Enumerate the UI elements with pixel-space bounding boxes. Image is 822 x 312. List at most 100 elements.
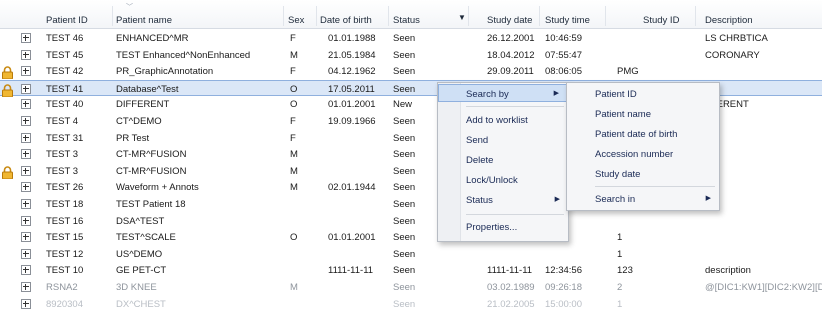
- menu-item-label: Search by: [466, 89, 509, 100]
- expand-plus-icon[interactable]: [21, 165, 31, 176]
- cell-status: Seen: [393, 49, 416, 61]
- menu-item-label: Send: [466, 135, 489, 146]
- cell-sex: O: [290, 99, 298, 111]
- cell-patient-id: TEST 4: [46, 116, 79, 127]
- cell-patient-id: TEST 41: [46, 83, 84, 95]
- submenu-item-search-in[interactable]: Search in ▶: [567, 190, 719, 208]
- cell-patient-id: TEST 18: [46, 199, 84, 210]
- cell-patient-id: TEST 16: [46, 215, 84, 227]
- cell-status: Seen: [393, 33, 416, 44]
- submenu-item-patient-id[interactable]: Patient ID: [567, 85, 719, 103]
- expand-plus-icon[interactable]: [21, 248, 31, 259]
- expand-plus-icon[interactable]: [21, 66, 31, 77]
- cell-dob: 04.12.1962: [328, 66, 376, 78]
- cell-dob: 19.09.1966: [328, 116, 376, 127]
- col-header-study-date[interactable]: Study date: [487, 15, 532, 26]
- col-header-study-id[interactable]: Study ID: [643, 15, 679, 26]
- col-divider[interactable]: [468, 6, 469, 26]
- cell-patient-name: US^DEMO: [116, 248, 163, 260]
- expand-plus-icon[interactable]: [21, 298, 31, 309]
- cell-status: Seen: [393, 248, 416, 260]
- col-divider[interactable]: [283, 6, 284, 26]
- cell-sex: M: [290, 182, 298, 194]
- cell-sex: M: [290, 49, 298, 61]
- expand-plus-icon[interactable]: [21, 116, 31, 126]
- submenu-item-accession-number[interactable]: Accession number: [567, 145, 719, 163]
- cell-dob: 01.01.1988: [328, 33, 376, 44]
- cell-patient-id: TEST 45: [46, 49, 84, 61]
- col-header-status[interactable]: Status: [393, 15, 420, 26]
- col-divider[interactable]: [388, 6, 389, 26]
- table-row[interactable]: TEST 46 ENHANCED^MR F 01.01.1988 Seen 26.12.2…: [0, 30, 822, 46]
- submenu-item-patient-name[interactable]: Patient name: [567, 105, 719, 123]
- col-header-patient-id[interactable]: Patient ID: [46, 15, 88, 26]
- expand-plus-icon[interactable]: [21, 83, 31, 94]
- table-row[interactable]: TEST 45 TEST Enhanced^NonEnhanced M 21.05.1…: [0, 47, 822, 63]
- expand-plus-icon[interactable]: [21, 199, 31, 209]
- expand-plus-icon[interactable]: [21, 215, 31, 226]
- col-divider[interactable]: [316, 6, 317, 26]
- cell-patient-name: DX^CHEST: [116, 298, 166, 310]
- cell-patient-name: DSA^TEST: [116, 215, 165, 227]
- menu-item-label: Delete: [466, 155, 494, 166]
- expand-plus-icon[interactable]: [21, 149, 31, 160]
- cell-status: Seen: [393, 232, 416, 244]
- cell-sex: F: [290, 33, 296, 44]
- table-row[interactable]: TEST 12 US^DEMO Seen 1: [0, 246, 822, 262]
- context-menu: Search by ▶ Add to worklist Send Delete …: [437, 82, 569, 242]
- cell-sex: F: [290, 132, 296, 144]
- cell-sex: M: [290, 165, 298, 177]
- table-row[interactable]: 8920304 DX^CHEST Seen 21.02.2005 15:00:00 1: [0, 296, 822, 312]
- expand-plus-icon[interactable]: [21, 282, 31, 292]
- menu-item-lock-unlock[interactable]: Lock/Unlock: [438, 171, 568, 189]
- col-divider[interactable]: [695, 6, 696, 26]
- col-divider[interactable]: [112, 6, 113, 26]
- col-divider[interactable]: [539, 6, 540, 26]
- search-by-submenu: Patient ID Patient name Patient date of …: [566, 82, 720, 211]
- cell-sex: F: [290, 116, 296, 127]
- expand-plus-icon[interactable]: [21, 182, 31, 193]
- cell-patient-name: GE PET-CT: [116, 265, 167, 277]
- col-header-patient-name[interactable]: Patient name: [116, 15, 172, 26]
- expand-plus-icon[interactable]: [21, 99, 31, 110]
- cell-patient-name: Waveform + Annots: [116, 182, 199, 194]
- cell-study-time: 10:46:59: [545, 33, 582, 44]
- menu-item-search-by[interactable]: Search by ▶: [438, 84, 568, 102]
- col-header-description[interactable]: Description: [705, 15, 753, 26]
- table-row[interactable]: TEST 15TEST^SCALEO01.01.2001Seen0:581: [0, 229, 822, 245]
- submenu-item-patient-dob[interactable]: Patient date of birth: [567, 125, 719, 143]
- menu-item-properties[interactable]: Properties...: [438, 218, 568, 236]
- cell-patient-id: TEST 42: [46, 66, 84, 78]
- expand-plus-icon[interactable]: [21, 265, 31, 276]
- table-row[interactable]: TEST 10 GE PET-CT 1111-11-11 Seen 1111-11-11…: [0, 262, 822, 278]
- cell-status: Seen: [393, 298, 416, 310]
- menu-item-status[interactable]: Status ▶: [438, 191, 568, 209]
- col-header-dob[interactable]: Date of birth: [320, 15, 372, 26]
- submenu-item-study-date[interactable]: Study date: [567, 165, 719, 183]
- col-divider[interactable]: [605, 6, 606, 26]
- col-header-sex[interactable]: Sex: [288, 15, 304, 26]
- cell-status: Seen: [393, 265, 416, 277]
- cell-study-id: 1: [617, 298, 623, 310]
- cell-sex: M: [290, 282, 298, 293]
- menu-item-add-to-worklist[interactable]: Add to worklist: [438, 111, 568, 129]
- menu-item-label: Properties...: [466, 222, 518, 233]
- cell-study-id: 1: [617, 232, 623, 244]
- expand-plus-icon[interactable]: [21, 232, 31, 243]
- table-row[interactable]: RSNA2 3D KNEE M Seen 03.02.1989 09:26:18 2 @[DI…: [0, 279, 822, 295]
- table-row[interactable]: TEST 42 PR_GraphicAnnotation F 04.12.1962 Se…: [0, 63, 822, 80]
- expand-plus-icon[interactable]: [21, 132, 31, 143]
- menu-item-delete[interactable]: Delete: [438, 151, 568, 169]
- submenu-item-label: Accession number: [595, 149, 674, 160]
- cell-study-time: 12:34:56: [545, 265, 582, 277]
- cell-status: Seen: [393, 165, 416, 177]
- expand-plus-icon[interactable]: [21, 33, 31, 43]
- cell-patient-id: TEST 3: [46, 149, 79, 161]
- menu-item-send[interactable]: Send: [438, 131, 568, 149]
- submenu-arrow-icon: ▶: [705, 195, 711, 202]
- cell-description: @[DIC1:KW1][DIC2:KW2][D: [705, 282, 822, 293]
- cell-study-time: 09:26:18: [545, 282, 582, 293]
- table-row[interactable]: TEST 16 DSA^TEST Seen: [0, 213, 822, 229]
- expand-plus-icon[interactable]: [21, 49, 31, 60]
- col-header-study-time[interactable]: Study time: [545, 15, 590, 26]
